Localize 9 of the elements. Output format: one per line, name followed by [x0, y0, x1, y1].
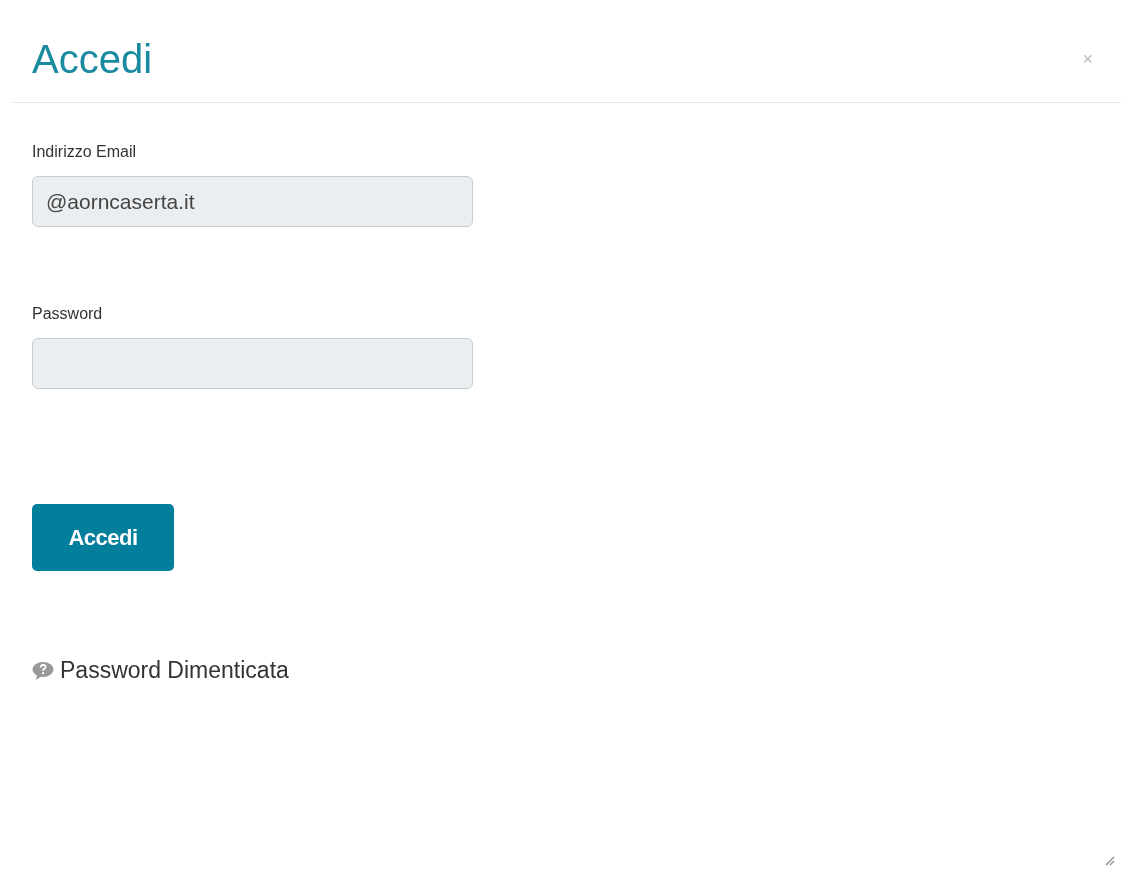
password-field[interactable]: [32, 338, 473, 389]
email-field[interactable]: @aorncaserta.it: [32, 176, 473, 227]
dialog-title: Accedi: [32, 36, 153, 82]
forgot-password-link[interactable]: Password Dimenticata: [60, 657, 289, 684]
field-label: Password: [32, 305, 103, 323]
field-label: Indirizzo Email: [32, 143, 137, 161]
resize-grip-icon: [1105, 856, 1115, 866]
login-button[interactable]: Accedi: [32, 504, 174, 571]
help-bubble-icon: [32, 660, 54, 681]
